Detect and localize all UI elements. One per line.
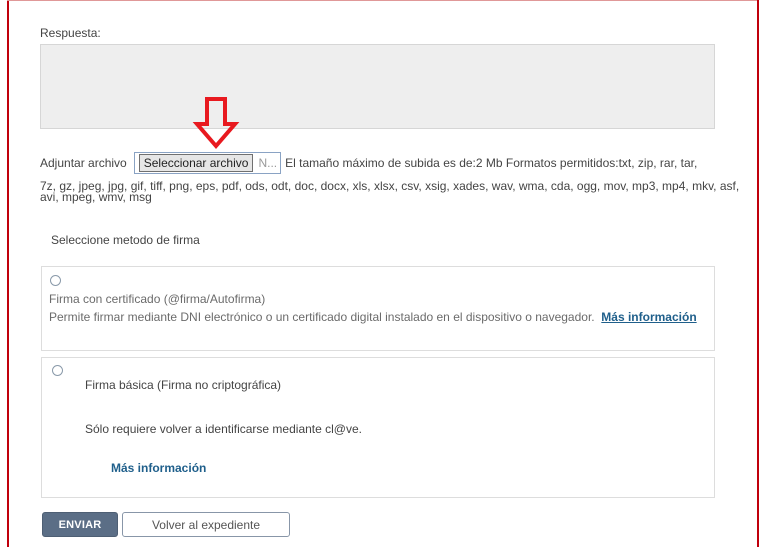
select-file-button[interactable]: Seleccionar archivo	[138, 154, 254, 172]
response-label: Respuesta:	[40, 26, 101, 40]
signature-option-certificate[interactable]: Firma con certificado (@firma/Autofirma)…	[41, 266, 715, 351]
send-button[interactable]: ENVIAR	[42, 512, 118, 537]
frame-border-left	[7, 0, 9, 547]
back-to-file-button[interactable]: Volver al expediente	[122, 512, 290, 537]
certificate-description-text: Permite firmar mediante DNI electrónico …	[49, 310, 595, 324]
certificate-radio[interactable]	[50, 275, 61, 286]
attachment-row: Adjuntar archivo Seleccionar archivo N..…	[40, 151, 697, 175]
file-input[interactable]: Seleccionar archivo N...	[133, 152, 282, 174]
signature-method-heading: Seleccione metodo de firma	[51, 233, 200, 247]
signature-option-basic[interactable]: Firma básica (Firma no criptográfica) Só…	[41, 357, 715, 498]
basic-option-title: Firma básica (Firma no criptográfica)	[85, 378, 282, 392]
certificate-option-title: Firma con certificado (@firma/Autofirma)	[49, 292, 266, 306]
attachment-label: Adjuntar archivo	[40, 156, 127, 170]
no-file-text: N...	[258, 156, 278, 170]
frame-border-top	[7, 0, 759, 1]
certificate-more-info-link[interactable]: Más información	[601, 310, 696, 324]
response-textarea[interactable]	[40, 44, 715, 129]
down-arrow-icon	[192, 97, 240, 150]
basic-radio[interactable]	[52, 365, 63, 376]
basic-option-description: Sólo requiere volver a identificarse med…	[85, 422, 362, 436]
attachment-help-line1: El tamaño máximo de subida es de:2 Mb Fo…	[285, 156, 698, 170]
attachment-help-line2: 7z, gz, jpeg, jpg, gif, tiff, png, eps, …	[40, 179, 740, 204]
basic-more-info-link[interactable]: Más información	[111, 461, 206, 475]
certificate-option-description: Permite firmar mediante DNI electrónico …	[49, 309, 699, 326]
